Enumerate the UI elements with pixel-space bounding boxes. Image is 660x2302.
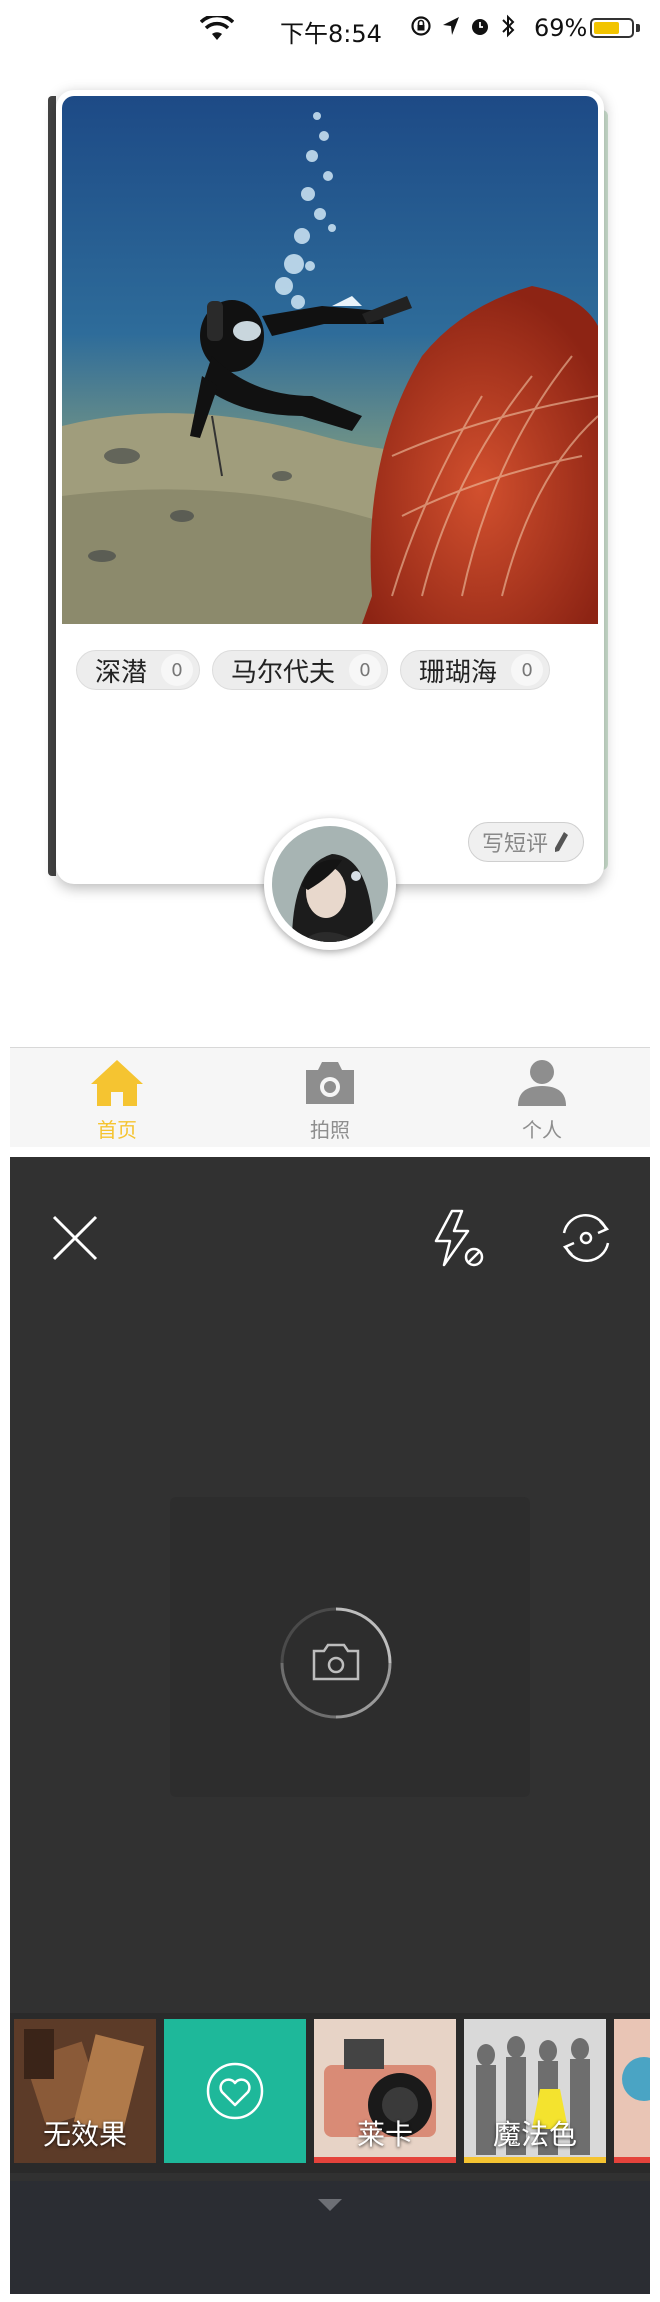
avatar[interactable] bbox=[264, 818, 396, 950]
person-icon bbox=[518, 1060, 566, 1106]
tag-label: 深潜 bbox=[95, 657, 148, 688]
filter-indicator bbox=[314, 2157, 456, 2163]
tab-camera[interactable]: 拍照 bbox=[270, 1056, 390, 1146]
rotation-lock-icon bbox=[411, 16, 431, 36]
home-icon bbox=[91, 1060, 143, 1106]
camera-bottom-bar bbox=[10, 2181, 650, 2294]
battery-level bbox=[594, 22, 619, 34]
shutter-icon[interactable] bbox=[276, 1603, 396, 1723]
filter-strip: 无效果 莱卡 魔法色 bbox=[10, 2013, 650, 2173]
status-time: 下午8:54 bbox=[280, 20, 382, 48]
camera-icon bbox=[306, 1062, 354, 1104]
tag-chip[interactable]: 深潜 0 bbox=[76, 650, 201, 690]
tab-home[interactable]: 首页 bbox=[57, 1056, 177, 1146]
battery-percent: 69% bbox=[534, 14, 588, 42]
scuba-diver-coral-photo bbox=[62, 96, 598, 624]
tab-bar: 首页 拍照 个人 bbox=[10, 1047, 650, 1147]
filter-none[interactable]: 无效果 bbox=[14, 2019, 156, 2163]
tab-label: 首页 bbox=[97, 1118, 137, 1142]
tag-label: 珊瑚海 bbox=[419, 657, 498, 688]
close-icon[interactable] bbox=[50, 1213, 100, 1263]
filter-label: 莱卡 bbox=[356, 2118, 413, 2151]
write-review-label: 写短评 bbox=[481, 832, 548, 857]
tab-label: 拍照 bbox=[310, 1118, 350, 1142]
alarm-icon bbox=[472, 19, 488, 35]
tag-chip[interactable]: 马尔代夫 0 bbox=[212, 650, 389, 690]
switch-camera-icon[interactable] bbox=[554, 1209, 618, 1267]
filter-label: 魔法色 bbox=[492, 2118, 577, 2151]
location-arrow-icon bbox=[443, 17, 459, 35]
filter-next[interactable] bbox=[614, 2019, 650, 2163]
status-bar: 下午8:54 69% bbox=[0, 0, 660, 60]
heart-icon bbox=[206, 2062, 264, 2120]
battery-tip bbox=[636, 24, 640, 32]
tab-profile[interactable]: 个人 bbox=[482, 1056, 602, 1146]
battery-icon bbox=[590, 18, 634, 38]
filter-indicator bbox=[464, 2157, 606, 2163]
bluetooth-icon bbox=[502, 14, 515, 38]
filter-indicator bbox=[614, 2157, 650, 2163]
filter-magic-color[interactable]: 魔法色 bbox=[464, 2019, 606, 2163]
filter-favorite[interactable] bbox=[164, 2019, 306, 2163]
write-review-button[interactable]: 写短评 bbox=[468, 822, 584, 862]
tag-count: 0 bbox=[511, 654, 544, 686]
tab-label: 个人 bbox=[522, 1118, 562, 1142]
filter-leica[interactable]: 莱卡 bbox=[314, 2019, 456, 2163]
wifi-icon bbox=[200, 16, 234, 40]
status-icons bbox=[410, 14, 516, 38]
tag-count: 0 bbox=[349, 654, 382, 686]
filter-label: 无效果 bbox=[42, 2118, 127, 2151]
card-stack-left bbox=[48, 96, 56, 876]
camera-panel: 无效果 莱卡 魔法色 bbox=[10, 1157, 650, 2294]
chevron-down-icon[interactable] bbox=[318, 2199, 342, 2213]
tag-row: 深潜 0 马尔代夫 0 珊瑚海 0 bbox=[76, 650, 551, 690]
tag-chip[interactable]: 珊瑚海 0 bbox=[400, 650, 551, 690]
post-photo[interactable] bbox=[62, 96, 598, 624]
pencil-icon bbox=[555, 832, 568, 852]
tag-count: 0 bbox=[161, 654, 194, 686]
user-avatar bbox=[272, 826, 388, 942]
flash-off-icon[interactable] bbox=[428, 1207, 488, 1271]
post-card[interactable]: 深潜 0 马尔代夫 0 珊瑚海 0 写短评 bbox=[56, 90, 604, 884]
tag-label: 马尔代夫 bbox=[231, 657, 336, 688]
